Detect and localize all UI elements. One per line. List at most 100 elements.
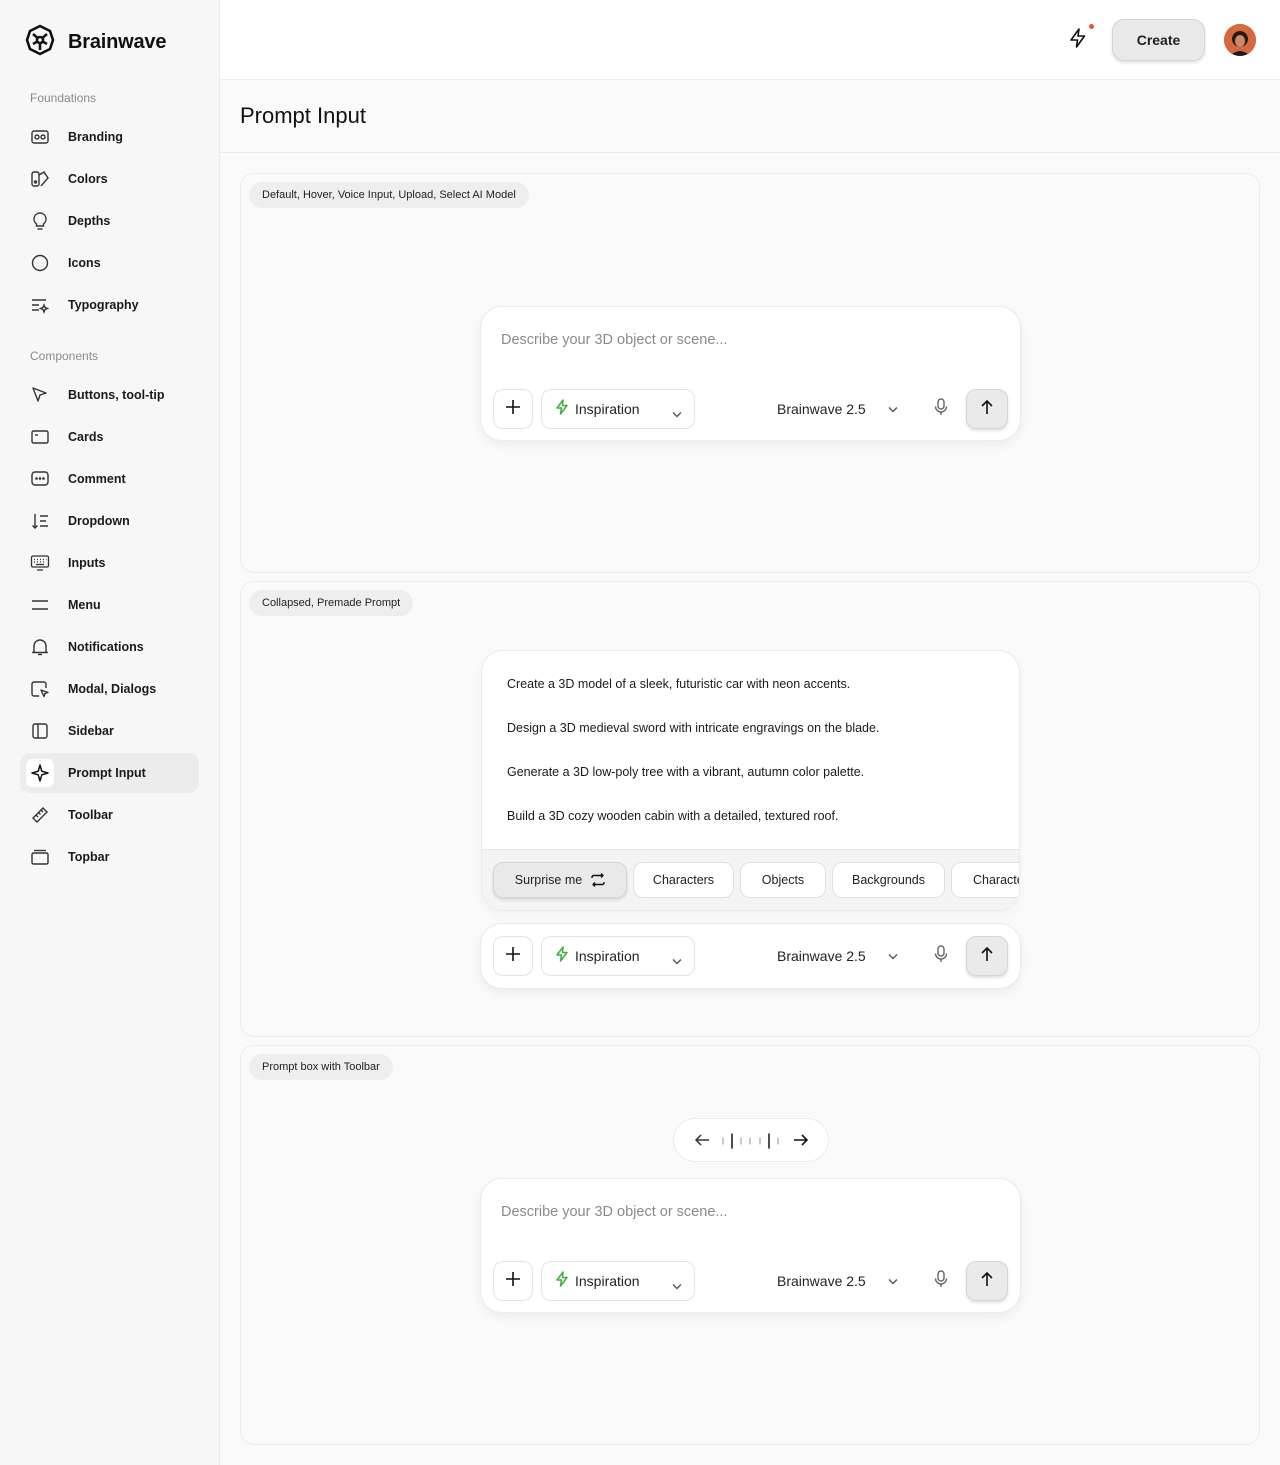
palette-icon — [30, 169, 50, 189]
sidebar-item-sidebar[interactable]: Sidebar — [20, 711, 199, 751]
create-button[interactable]: Create — [1112, 19, 1205, 61]
chip-characters[interactable]: Characters — [633, 862, 734, 898]
suggestion-item[interactable]: Build a 3D cozy wooden cabin with a deta… — [507, 809, 838, 823]
sidebar-item-label: Notifications — [68, 640, 144, 654]
model-select[interactable]: Brainwave 2.5 — [777, 1261, 898, 1301]
arrow-right-icon[interactable] — [793, 1133, 809, 1152]
prompt-toolbar: Inspiration Brainwave 2.5 — [493, 936, 1008, 976]
ruler-ticks-icon[interactable] — [721, 1132, 781, 1155]
voice-input-button[interactable] — [929, 944, 953, 968]
prompt-placeholder[interactable]: Describe your 3D object or scene... — [501, 332, 727, 348]
sidebar-item-comment[interactable]: Comment — [20, 459, 199, 499]
page-title: Prompt Input — [240, 103, 366, 128]
sidebar-item-label: Comment — [68, 472, 126, 486]
modal-icon — [30, 679, 50, 699]
cursor-icon — [30, 385, 50, 405]
sidebar-item-label: Buttons, tool-tip — [68, 388, 165, 402]
brand[interactable]: Brainwave — [22, 22, 166, 63]
suggestion-item[interactable]: Create a 3D model of a sleek, futuristic… — [507, 677, 850, 691]
voice-input-button[interactable] — [929, 1269, 953, 1293]
sidebar-item-colors[interactable]: Colors — [20, 159, 199, 199]
sidebar-item-prompt-input[interactable]: Prompt Input — [20, 753, 199, 793]
sidebar-item-cards[interactable]: Cards — [20, 417, 199, 457]
sidebar-item-icons[interactable]: Icons — [20, 243, 199, 283]
send-button[interactable] — [966, 1261, 1008, 1301]
brainwave-logo-icon — [22, 22, 58, 63]
card-icon — [30, 427, 50, 447]
send-button[interactable] — [966, 936, 1008, 976]
avatar[interactable] — [1224, 24, 1256, 56]
chip-characters-2[interactable]: Characte — [951, 862, 1019, 898]
sidebar-item-typography[interactable]: Typography — [20, 285, 199, 325]
sidebar-item-topbar[interactable]: Topbar — [20, 837, 199, 877]
inspiration-button[interactable]: Inspiration — [541, 1261, 695, 1301]
suggestion-item[interactable]: Generate a 3D low-poly tree with a vibra… — [507, 765, 864, 779]
panel-tag: Prompt box with Toolbar — [249, 1054, 393, 1080]
bolt-button[interactable] — [1064, 24, 1094, 54]
model-select[interactable]: Brainwave 2.5 — [777, 389, 898, 429]
typography-icon — [30, 295, 50, 315]
sidebar-item-label: Menu — [68, 598, 101, 612]
chevron-down-icon — [888, 953, 898, 960]
sidebar-item-modal[interactable]: Modal, Dialogs — [20, 669, 199, 709]
sidebar-item-notifications[interactable]: Notifications — [20, 627, 199, 667]
page-header: Prompt Input — [220, 80, 1280, 153]
sidebar-item-label: Icons — [68, 256, 101, 270]
sidebar-item-label: Inputs — [68, 556, 106, 570]
sort-icon — [30, 511, 50, 531]
comment-icon — [30, 469, 50, 489]
lightning-icon — [555, 1270, 569, 1292]
model-label: Brainwave 2.5 — [777, 948, 866, 964]
sidebar-item-toolbar[interactable]: Toolbar — [20, 795, 199, 835]
sidebar-item-branding[interactable]: Branding — [20, 117, 199, 157]
prompt-box[interactable]: Describe your 3D object or scene... Insp… — [480, 1178, 1021, 1313]
sidebar-item-label: Depths — [68, 214, 111, 228]
upload-button[interactable] — [493, 936, 533, 976]
premade-prompts: Create a 3D model of a sleek, futuristic… — [481, 650, 1020, 911]
sidebar-item-menu[interactable]: Menu — [20, 585, 199, 625]
chip-objects[interactable]: Objects — [740, 862, 826, 898]
arrow-up-icon — [980, 946, 994, 967]
plus-icon — [505, 1271, 521, 1292]
components-label: Components — [30, 349, 99, 363]
arrow-left-icon[interactable] — [694, 1133, 710, 1152]
inspiration-label: Inspiration — [575, 401, 640, 417]
chevron-down-icon — [672, 405, 682, 423]
microphone-icon — [934, 944, 948, 968]
upload-button[interactable] — [493, 389, 533, 429]
bell-icon — [30, 637, 50, 657]
sidebar-item-label: Toolbar — [68, 808, 113, 822]
sidebar-item-label: Topbar — [68, 850, 110, 864]
prompt-placeholder[interactable]: Describe your 3D object or scene... — [501, 1204, 727, 1220]
inspiration-label: Inspiration — [575, 948, 640, 964]
sidebar-item-label: Sidebar — [68, 724, 114, 738]
upload-button[interactable] — [493, 1261, 533, 1301]
chip-backgrounds[interactable]: Backgrounds — [832, 862, 945, 898]
components-nav: Buttons, tool-tip Cards Comment Dropdown… — [20, 375, 199, 879]
lightning-icon — [555, 945, 569, 967]
category-chips: Surprise me Characters Objects Backgroun… — [482, 849, 1019, 910]
panel-tag: Default, Hover, Voice Input, Upload, Sel… — [249, 182, 529, 208]
sidebar-item-label: Prompt Input — [68, 766, 146, 780]
sidebar-item-depths[interactable]: Depths — [20, 201, 199, 241]
inspiration-label: Inspiration — [575, 1273, 640, 1289]
surprise-me-chip[interactable]: Surprise me — [493, 862, 627, 898]
plus-icon — [505, 399, 521, 420]
arrow-up-icon — [980, 399, 994, 420]
sidebar-item-inputs[interactable]: Inputs — [20, 543, 199, 583]
send-button[interactable] — [966, 389, 1008, 429]
sidebar-item-buttons[interactable]: Buttons, tool-tip — [20, 375, 199, 415]
model-select[interactable]: Brainwave 2.5 — [777, 936, 898, 976]
panel-default: Default, Hover, Voice Input, Upload, Sel… — [240, 173, 1260, 573]
voice-input-button[interactable] — [929, 397, 953, 421]
inspiration-button[interactable]: Inspiration — [541, 936, 695, 976]
prompt-box-collapsed[interactable]: Inspiration Brainwave 2.5 — [480, 923, 1021, 989]
inspiration-button[interactable]: Inspiration — [541, 389, 695, 429]
model-label: Brainwave 2.5 — [777, 401, 866, 417]
ruler-icon — [30, 805, 50, 825]
suggestion-item[interactable]: Design a 3D medieval sword with intricat… — [507, 721, 879, 735]
prompt-box[interactable]: Describe your 3D object or scene... Insp… — [480, 306, 1021, 441]
lightning-icon — [1068, 27, 1088, 54]
sidebar-item-dropdown[interactable]: Dropdown — [20, 501, 199, 541]
topbar: Create — [220, 0, 1280, 80]
